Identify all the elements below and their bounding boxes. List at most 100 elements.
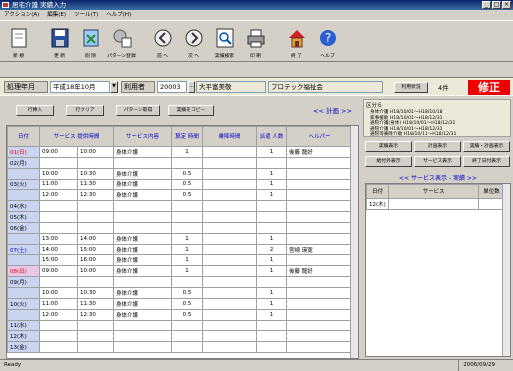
ride-time-cell[interactable] [202,308,257,321]
maximize-button[interactable]: □ [492,1,501,9]
staff-count-cell[interactable]: 1 [256,178,287,191]
toolbar-button-previous[interactable]: 前 へ [148,21,177,61]
grid-scrollbar[interactable] [350,126,358,358]
end-time-cell[interactable]: 10:30 [77,286,114,299]
plan-link[interactable]: << 計画 >> [313,105,352,115]
helper-cell[interactable] [286,286,353,299]
end-time-cell[interactable]: 11:30 [77,178,114,191]
end-time-cell[interactable] [77,276,114,288]
table-row[interactable]: 08(日) 09:00 10:00 身体介護 1 1 後藤 龍好 [7,265,353,278]
service-cell[interactable] [113,211,172,223]
start-time-cell[interactable]: 11:00 [39,297,78,310]
end-time-cell[interactable] [77,211,114,223]
service-cell[interactable] [113,156,172,169]
staff-count-cell[interactable] [256,211,287,223]
staff-count-cell[interactable] [256,319,287,332]
start-time-cell[interactable]: 09:00 [39,265,78,278]
menu-tools[interactable]: ツール(T) [74,10,98,20]
staff-count-cell[interactable] [256,221,287,234]
service-cell[interactable] [113,341,172,354]
view-button[interactable]: 終了日付表示 [463,156,510,167]
grid-header[interactable]: 日付 [7,126,40,147]
start-time-cell[interactable]: 13:00 [39,232,78,245]
helper-cell[interactable] [286,200,353,213]
start-time-cell[interactable]: 12:00 [39,308,78,321]
end-time-cell[interactable] [77,341,114,354]
staff-count-cell[interactable]: 1 [256,308,287,321]
table-row[interactable]: 04(水) [7,200,353,213]
end-time-cell[interactable] [77,330,114,343]
toolbar-button-delete[interactable]: 削 除 [76,21,105,61]
table-row[interactable]: 09(月) [7,276,353,288]
service-cell[interactable]: 身体介護 [113,146,172,158]
toolbar-button-search-records[interactable]: 実績検索 [210,21,239,61]
service-cell[interactable]: 身体介護 [113,297,172,310]
ride-time-cell[interactable] [202,156,257,169]
service-cell[interactable] [113,330,172,343]
helper-cell[interactable] [286,167,353,180]
grid-header[interactable]: 派遣 人数 [256,126,287,147]
end-time-cell[interactable]: 14:00 [77,232,114,245]
grid-header[interactable]: 乗降時間 [202,126,257,147]
close-button[interactable]: × [502,1,511,9]
start-time-cell[interactable] [39,211,78,223]
start-time-cell[interactable]: 14:00 [39,243,78,256]
helper-cell[interactable] [286,297,353,310]
ride-time-cell[interactable] [202,286,257,299]
hours-cell[interactable]: 0.5 [171,308,203,321]
start-time-cell[interactable]: 11:00 [39,178,78,191]
hours-cell[interactable] [171,276,203,288]
end-time-cell[interactable]: 16:00 [77,254,114,267]
get-pattern-button[interactable]: パターン取得 [116,105,160,116]
ride-time-cell[interactable] [202,189,257,202]
start-time-cell[interactable] [39,221,78,234]
hours-cell[interactable]: 0.5 [171,297,203,310]
table-row[interactable]: 02(月) [7,156,353,169]
end-time-cell[interactable] [77,221,114,234]
service-grid-header[interactable]: サービス [388,184,479,199]
toolbar-button-printer[interactable]: 印 刷 [241,21,270,61]
end-time-cell[interactable]: 12:30 [77,189,114,202]
table-row[interactable]: 10:00 10:30 身体介護 0.5 1 [7,167,353,180]
helper-cell[interactable] [286,308,353,321]
staff-count-cell[interactable] [256,330,287,343]
insert-row-button[interactable]: 行挿入 [16,105,54,116]
start-time-cell[interactable] [39,200,78,213]
copy-records-button[interactable]: 実績をコピー [168,105,214,116]
service-cell[interactable]: 身体介護 [113,265,172,278]
hours-cell[interactable] [171,200,203,213]
helper-cell[interactable] [286,221,353,234]
service-cell[interactable]: 身体介護 [113,308,172,321]
grid-header[interactable]: サービス 提供時間 [39,126,114,147]
start-time-cell[interactable] [39,330,78,343]
clear-row-button[interactable]: 行クリア [66,105,104,116]
end-time-cell[interactable]: 10:30 [77,167,114,180]
helper-cell[interactable] [286,156,353,169]
grid-header[interactable]: 算定 時間 [171,126,203,147]
hours-cell[interactable]: 0.5 [171,178,203,191]
end-time-cell[interactable] [77,200,114,213]
helper-cell[interactable] [286,254,353,267]
ride-time-cell[interactable] [202,243,257,256]
hours-cell[interactable]: 1 [171,243,203,256]
staff-count-cell[interactable]: 1 [256,189,287,202]
staff-count-cell[interactable] [256,200,287,213]
service-cell[interactable]: 身体介護 [113,189,172,202]
view-button[interactable]: サービス表示 [414,156,461,167]
table-row[interactable]: 10:00 10:30 身体介護 0.5 1 [7,286,353,299]
table-row[interactable]: 06(金) [7,221,353,234]
user-lookup-button[interactable]: … [188,81,195,93]
view-button[interactable]: 実績表示 [365,141,412,152]
toolbar-button-save-disk[interactable]: 更 新 [45,21,74,61]
usage-status-button[interactable]: 利用状況 [394,82,428,93]
end-time-cell[interactable]: 15:00 [77,243,114,256]
end-time-cell[interactable] [77,156,114,169]
hours-cell[interactable]: 1 [171,146,203,158]
service-grid-scrollbar[interactable] [502,184,510,356]
service-grid-header[interactable]: 日付 [366,184,389,199]
grid-header[interactable]: サービス内容 [113,126,172,147]
service-cell[interactable]: 身体介護 [113,254,172,267]
chevron-down-icon[interactable]: ▼ [110,81,118,93]
staff-count-cell[interactable] [256,341,287,354]
hours-cell[interactable]: 1 [171,265,203,278]
